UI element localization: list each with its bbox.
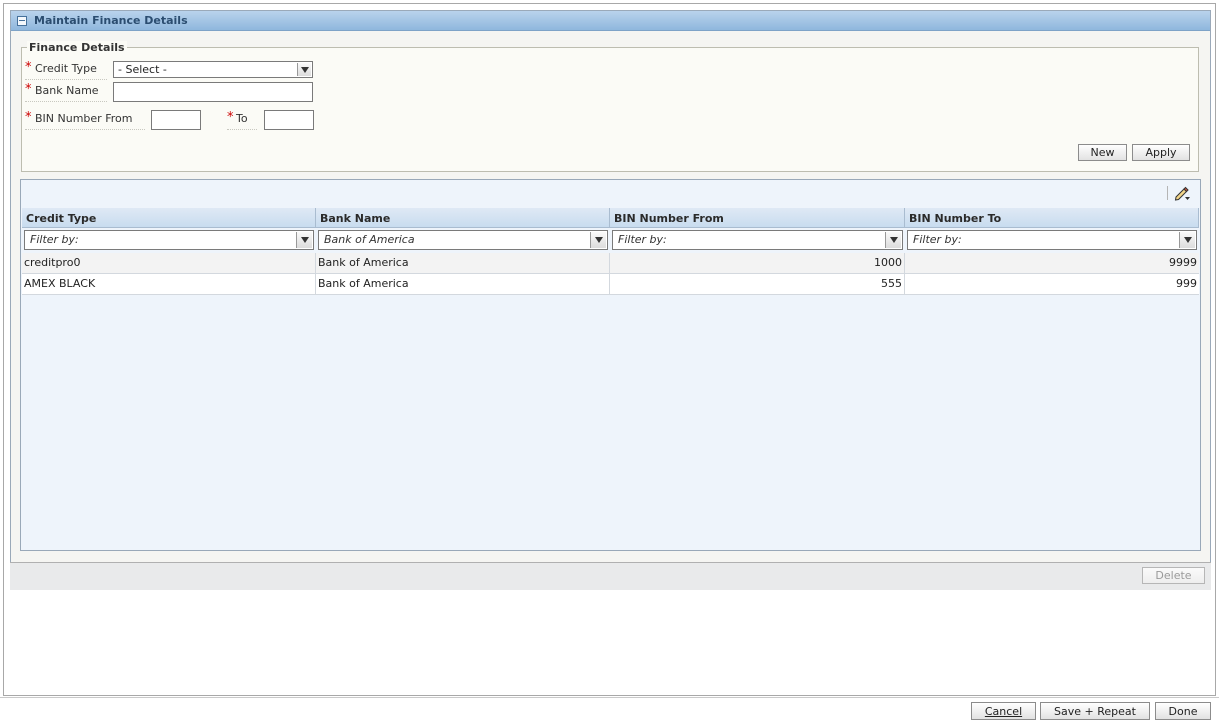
- save-repeat-button[interactable]: Save + Repeat: [1040, 702, 1150, 720]
- column-header-credit-type[interactable]: Credit Type: [22, 208, 316, 228]
- cell-credit-type: creditpro0: [22, 253, 316, 273]
- cell-bin-to: 999: [1176, 277, 1197, 290]
- bank-name-label: Bank Name: [35, 84, 99, 97]
- filter-value: Filter by:: [913, 233, 962, 246]
- divider: [25, 101, 107, 102]
- table-toolbar: [21, 180, 1200, 207]
- filter-bin-from[interactable]: Filter by:: [612, 230, 903, 250]
- bin-from-label: BIN Number From: [35, 112, 133, 125]
- column-header-bin-to[interactable]: BIN Number To: [905, 208, 1199, 228]
- filter-bin-to[interactable]: Filter by:: [907, 230, 1197, 250]
- cell-credit-type: AMEX BLACK: [22, 274, 316, 294]
- divider: [0, 697, 1219, 698]
- credit-type-select[interactable]: - Select -: [113, 61, 313, 78]
- filter-credit-type[interactable]: Filter by:: [24, 230, 314, 250]
- cell-bin-to: 9999: [1169, 256, 1197, 269]
- table-row[interactable]: AMEX BLACK Bank of America 555 999: [22, 274, 1199, 295]
- required-marker: *: [25, 60, 32, 75]
- done-button[interactable]: Done: [1155, 702, 1211, 720]
- panel-header: Maintain Finance Details: [11, 11, 1210, 31]
- cell-bin-from: 1000: [610, 253, 905, 273]
- required-marker: *: [25, 110, 32, 125]
- pencil-edit-icon[interactable]: [1173, 185, 1191, 201]
- done-label: Done: [1168, 704, 1198, 718]
- save-repeat-label: Save + Repeat: [1054, 704, 1136, 718]
- chevron-down-icon[interactable]: [297, 63, 311, 76]
- filter-bank-name[interactable]: Bank of America: [318, 230, 608, 250]
- divider: [25, 129, 145, 130]
- required-marker: *: [227, 110, 234, 125]
- chevron-down-icon[interactable]: [1179, 232, 1195, 248]
- results-table: Credit Type Bank Name BIN Number From BI…: [20, 179, 1201, 551]
- cancel-label: Cancel: [984, 704, 1023, 718]
- filter-value: Bank of America: [324, 233, 415, 246]
- table-row[interactable]: creditpro0 Bank of America 1000 9999: [22, 253, 1199, 274]
- column-header-bank-name[interactable]: Bank Name: [316, 208, 610, 228]
- cell-bin-from: 555: [610, 274, 905, 294]
- delete-button[interactable]: Delete: [1142, 567, 1205, 584]
- collapse-icon[interactable]: [17, 15, 27, 26]
- credit-type-label: Credit Type: [35, 62, 97, 75]
- required-marker: *: [25, 82, 32, 97]
- bin-to-input[interactable]: [264, 110, 314, 130]
- filter-value: Filter by:: [30, 233, 79, 246]
- credit-type-selected: - Select -: [118, 63, 167, 76]
- cell-bank-name: Bank of America: [316, 253, 610, 273]
- chevron-down-icon[interactable]: [885, 232, 901, 248]
- bin-to-label: To: [236, 112, 248, 125]
- filter-value: Filter by:: [618, 233, 667, 246]
- finance-details-legend: Finance Details: [27, 41, 127, 54]
- column-header-bin-from[interactable]: BIN Number From: [610, 208, 905, 228]
- bank-name-input[interactable]: [113, 82, 313, 102]
- chevron-down-icon[interactable]: [296, 232, 312, 248]
- toolbar-divider: [1167, 186, 1168, 200]
- panel-title: Maintain Finance Details: [34, 14, 188, 27]
- new-button[interactable]: New: [1078, 144, 1127, 161]
- table-action-bar: [10, 562, 1211, 590]
- apply-button[interactable]: Apply: [1132, 144, 1190, 161]
- divider: [25, 79, 107, 80]
- chevron-down-icon[interactable]: [590, 232, 606, 248]
- bin-from-input[interactable]: [151, 110, 201, 130]
- divider: [227, 129, 257, 130]
- cancel-button[interactable]: Cancel: [971, 702, 1036, 720]
- cell-bank-name: Bank of America: [316, 274, 610, 294]
